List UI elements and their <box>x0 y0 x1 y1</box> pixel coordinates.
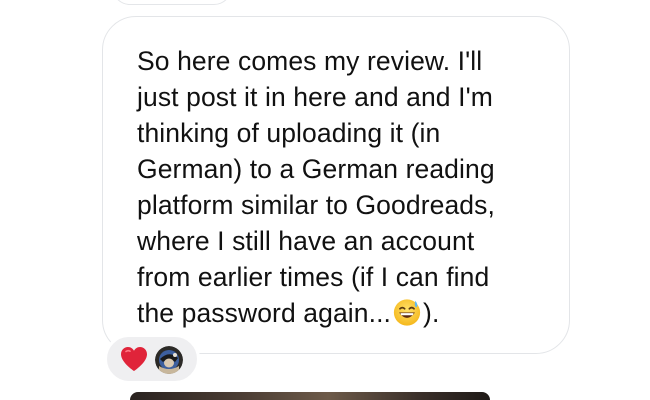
message-text: So here comes my review. I'll just post … <box>137 43 557 331</box>
message-line: just post it in here and and I'm <box>137 82 493 112</box>
message-line-last: the password again... ). <box>137 295 557 331</box>
message-line: from earlier times (if I can find <box>137 262 490 292</box>
message-line: So here comes my review. I'll <box>137 46 483 76</box>
message-bubble[interactable]: So here comes my review. I'll just post … <box>102 16 570 354</box>
message-line: where I still have an account <box>137 226 475 256</box>
message-line: German) to a German reading <box>137 154 495 184</box>
chat-view: So here comes my review. I'll just post … <box>0 0 650 400</box>
message-line-text: ). <box>423 298 440 328</box>
message-line: thinking of uploading it (in <box>137 118 441 148</box>
grinning-sweat-emoji-icon <box>393 299 421 326</box>
message-line: platform similar to Goodreads, <box>137 190 495 220</box>
reactions-pill[interactable] <box>104 334 200 384</box>
user-avatar-icon <box>155 346 183 374</box>
previous-message-bubble[interactable] <box>112 0 232 5</box>
message-line-text: the password again... <box>137 298 392 328</box>
next-message-image-edge[interactable] <box>130 392 490 400</box>
red-heart-icon <box>121 347 147 371</box>
